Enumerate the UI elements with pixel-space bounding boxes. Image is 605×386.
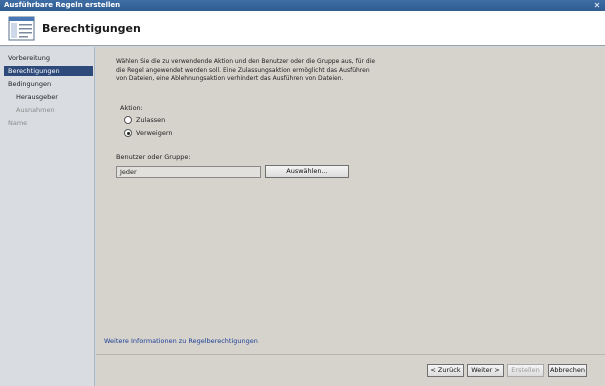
radio-allow-label[interactable]: Zulassen (136, 116, 165, 124)
wizard-sidebar: Vorbereitung Berechtigungen Bedingungen … (0, 47, 95, 386)
radio-allow[interactable] (124, 116, 132, 124)
sidebar-item-name: Name (8, 119, 28, 127)
page-title: Berechtigungen (42, 22, 141, 35)
wizard-content: Wählen Sie die zu verwendende Aktion und… (96, 47, 605, 386)
radio-deny-label[interactable]: Verweigern (136, 129, 173, 137)
radio-deny[interactable] (124, 129, 132, 137)
sidebar-item-bedingungen[interactable]: Bedingungen (0, 79, 94, 89)
sidebar-item-vorbereitung[interactable]: Vorbereitung (0, 53, 94, 63)
window-titlebar: Ausführbare Regeln erstellen ✕ (0, 0, 605, 11)
user-group-label: Benutzer oder Gruppe: (116, 153, 191, 161)
wizard-header: Berechtigungen (0, 11, 605, 46)
create-button: Erstellen (507, 364, 544, 377)
sidebar-item-herausgeber[interactable]: Herausgeber (0, 92, 94, 102)
user-group-field: Jeder (116, 166, 261, 178)
cancel-button[interactable]: Abbrechen (548, 364, 587, 377)
back-button[interactable]: < Zurück (427, 364, 464, 377)
action-label: Aktion: (120, 104, 143, 112)
window-title: Ausführbare Regeln erstellen (4, 1, 121, 9)
sidebar-item-ausnahmen: Ausnahmen (16, 106, 55, 114)
more-info-link[interactable]: Weitere Informationen zu Regelberechtigu… (104, 337, 258, 345)
sidebar-item-berechtigungen[interactable]: Berechtigungen (4, 66, 93, 76)
intro-text: Wählen Sie die zu verwendende Aktion und… (116, 58, 376, 82)
footer-divider (96, 354, 605, 355)
wizard-page-icon (8, 16, 35, 41)
select-user-button[interactable]: Auswählen... (265, 165, 349, 178)
next-button[interactable]: Weiter > (467, 364, 504, 377)
close-icon[interactable]: ✕ (592, 1, 602, 10)
